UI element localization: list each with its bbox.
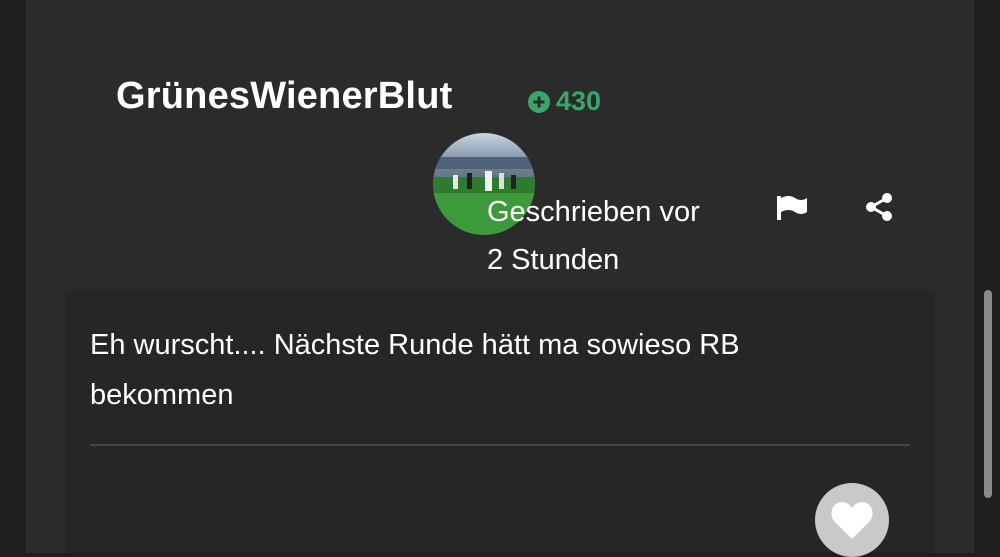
reputation-count: 430 xyxy=(556,86,602,116)
report-button[interactable] xyxy=(774,193,810,223)
post-content-box: Eh wurscht.... Nächste Runde hätt ma sow… xyxy=(65,290,935,557)
plus-circle-icon xyxy=(528,90,550,113)
share-icon xyxy=(866,193,892,221)
reputation-badge: 430 xyxy=(528,86,601,117)
post-meta: Geschrieben vor 2 Stunden xyxy=(487,188,700,284)
post-body-line: bekommen xyxy=(90,379,234,411)
flag-icon xyxy=(777,196,807,220)
post-time-value: 2 Stunden xyxy=(487,244,620,276)
scrollbar[interactable] xyxy=(984,290,992,498)
author-name[interactable]: GrünesWienerBlut xyxy=(116,75,452,118)
share-button[interactable] xyxy=(862,190,896,224)
post-body-line: Eh wurscht.... Nächste Runde hätt ma sow… xyxy=(90,329,740,361)
post-body: Eh wurscht.... Nächste Runde hätt ma sow… xyxy=(90,320,890,420)
like-button[interactable] xyxy=(815,483,889,557)
post-time-label: Geschrieben vor xyxy=(487,196,700,228)
heart-icon xyxy=(831,502,873,539)
divider xyxy=(90,444,910,446)
